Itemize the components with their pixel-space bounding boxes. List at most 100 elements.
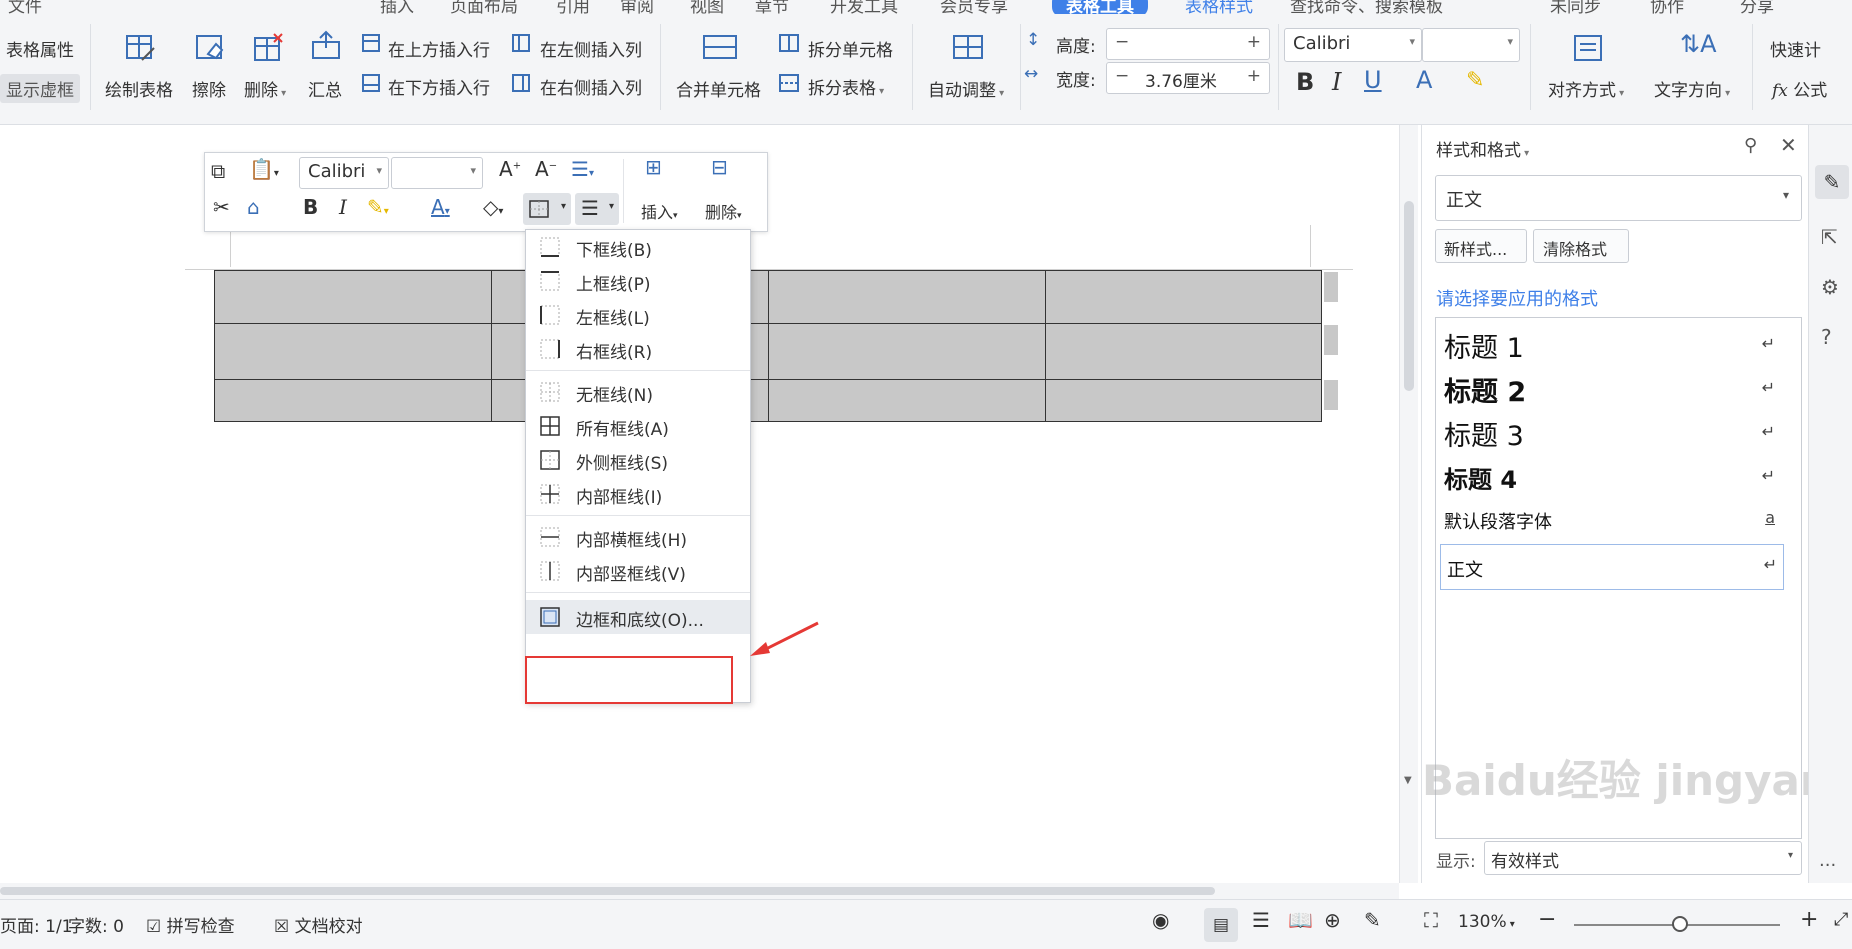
style-item-normal[interactable]: 正文 ↵ [1440,544,1784,590]
page-view-icon[interactable]: ▤ [1204,908,1238,942]
auto-fit-button[interactable]: 自动调整 ▾ [928,76,1004,101]
shading-icon[interactable]: ◇▾ [483,195,503,219]
table-cell[interactable] [1045,379,1322,422]
insert-table-icon[interactable]: ⊞ [645,155,662,179]
tab-table-style[interactable]: 表格样式 [1185,0,1253,14]
draw-table-button[interactable]: 绘制表格 [105,76,173,101]
spell-check-button[interactable]: ☑ 拼写检查 [146,912,235,937]
font-color-icon[interactable]: A [1416,66,1432,94]
tab-section[interactable]: 章节 [755,0,789,14]
formula-button[interactable]: fx 公式 [1772,76,1827,101]
font-color-icon[interactable]: A▾ [431,195,450,219]
scrollbar-thumb[interactable] [0,887,1215,895]
italic-icon[interactable]: I [339,195,347,219]
insert-row-below-button[interactable]: 在下方插入行 [388,74,490,99]
style-item-heading-4[interactable]: 标题 4 ↵ [1436,454,1801,498]
zoom-level[interactable]: 130% ▾ [1458,912,1515,932]
web-view-icon[interactable]: ⊕ [1324,908,1341,932]
menu-item-right-border[interactable]: 右框线(R) [526,332,750,366]
zoom-in-icon[interactable]: + [1800,907,1818,932]
menu-item-no-border[interactable]: 无框线(N) [526,375,750,409]
tab-insert[interactable]: 插入 [380,0,414,14]
line-spacing-icon[interactable]: ☰▾ [571,157,594,181]
sync-status[interactable]: 未同步 [1550,0,1601,14]
menu-item-inside-borders[interactable]: 内部框线(I) [526,477,750,511]
quick-calc-button[interactable]: 快速计 [1770,36,1821,61]
tab-developer[interactable]: 开发工具 [830,0,898,14]
show-styles-select[interactable]: 有效样式 ▾ [1484,841,1802,875]
style-item-heading-2[interactable]: 标题 2 ↵ [1436,366,1801,410]
font-name-select[interactable]: Calibri ▾ [1284,28,1422,62]
delete-table-icon[interactable]: ⊟ [711,155,728,179]
outline-view-icon[interactable]: ☰ [1252,908,1270,932]
show-gridlines-button[interactable]: 显示虚框 [0,74,80,103]
menu-item-outside-borders[interactable]: 外侧框线(S) [526,443,750,477]
menu-item-all-borders[interactable]: 所有框线(A) [526,409,750,443]
menu-item-inside-vertical-border[interactable]: 内部竖框线(V) [526,554,750,588]
split-table-button[interactable]: 拆分表格 ▾ [808,74,884,99]
border-dropdown-button[interactable]: ▾ [523,193,571,225]
style-item-heading-1[interactable]: 标题 1 ↵ [1436,322,1801,366]
table-cell[interactable] [214,270,492,324]
italic-icon[interactable]: I [1332,68,1341,96]
page-indicator[interactable]: 页面: 1/1 [0,912,73,937]
tab-references[interactable]: 引用 [556,0,590,14]
horizontal-scrollbar[interactable] [0,883,1399,899]
style-item-heading-3[interactable]: 标题 3 ↵ [1436,410,1801,454]
mini-insert-button[interactable]: 插入▾ [641,199,678,223]
vertical-scrollbar[interactable]: ▼ [1399,125,1418,883]
table-cell[interactable] [768,270,1046,324]
write-mode-icon[interactable]: ✎ [1364,908,1381,932]
insert-row-above-button[interactable]: 在上方插入行 [388,36,490,61]
height-stepper[interactable]: − + [1106,28,1270,60]
mini-font-size-select[interactable]: ▾ [391,157,483,189]
table-properties-button[interactable]: 表格属性 [6,36,74,61]
menu-item-borders-and-shading[interactable]: 边框和底纹(O)... [526,600,750,634]
style-pen-icon[interactable]: ✎ [1815,165,1849,199]
merge-cells-button[interactable]: 合并单元格 [676,76,761,101]
bold-icon[interactable]: B [303,195,318,219]
text-direction-button[interactable]: 文字方向 ▾ [1654,76,1730,101]
clear-format-button[interactable]: 清除格式 [1533,229,1629,263]
mini-font-name-select[interactable]: Calibri ▾ [299,157,389,189]
cut-icon[interactable]: ✂ [213,195,230,219]
table-cell[interactable] [1045,270,1322,324]
bold-icon[interactable]: B [1296,68,1314,96]
menu-item-left-border[interactable]: 左框线(L) [526,298,750,332]
shrink-font-icon[interactable]: A− [535,157,557,181]
align-button[interactable]: 对齐方式 ▾ [1548,76,1624,101]
command-search[interactable]: 查找命令、搜索模板 [1290,0,1443,14]
highlight-icon[interactable]: ✎▾ [367,195,389,219]
close-icon[interactable]: ✕ [1780,133,1797,157]
table-cell[interactable] [768,323,1046,380]
table-cell[interactable] [1045,323,1322,380]
format-painter-icon[interactable]: ⌂ [247,195,260,219]
tab-file[interactable]: 文件 [8,0,42,14]
word-count[interactable]: 字数: 0 [68,912,124,937]
highlight-icon[interactable]: ✎ [1466,68,1484,93]
adjust-icon[interactable]: ⚙ [1821,275,1839,299]
split-cells-button[interactable]: 拆分单元格 [808,36,893,61]
tab-review[interactable]: 审阅 [620,0,654,14]
delete-button[interactable]: 删除 ▾ [244,76,286,101]
erase-button[interactable]: 擦除 [192,76,226,101]
width-stepper[interactable]: − 3.76厘米 + [1106,62,1270,94]
doc-check-button[interactable]: ☒ 文档校对 [274,912,363,937]
decrease-icon[interactable]: − [1115,32,1129,52]
insert-col-right-button[interactable]: 在右侧插入列 [540,74,642,99]
font-size-select[interactable]: ▾ [1422,28,1520,62]
table-cell[interactable] [214,323,492,380]
width-value[interactable]: 3.76厘米 [1145,67,1217,92]
table-cell[interactable] [768,379,1046,422]
more-icon[interactable]: ··· [1819,855,1836,876]
underline-icon[interactable]: U [1364,66,1382,94]
table[interactable] [214,270,1322,422]
zoom-slider-handle[interactable] [1672,916,1688,932]
select-pointer-icon[interactable]: ⇱ [1821,225,1838,249]
menu-item-inside-horizontal-border[interactable]: 内部横框线(H) [526,520,750,554]
decrease-icon[interactable]: − [1115,66,1129,86]
increase-icon[interactable]: + [1247,32,1261,52]
insert-col-left-button[interactable]: 在左侧插入列 [540,36,642,61]
copy-icon[interactable]: ⧉ [211,159,225,183]
share-button[interactable]: 分享 [1740,0,1774,14]
